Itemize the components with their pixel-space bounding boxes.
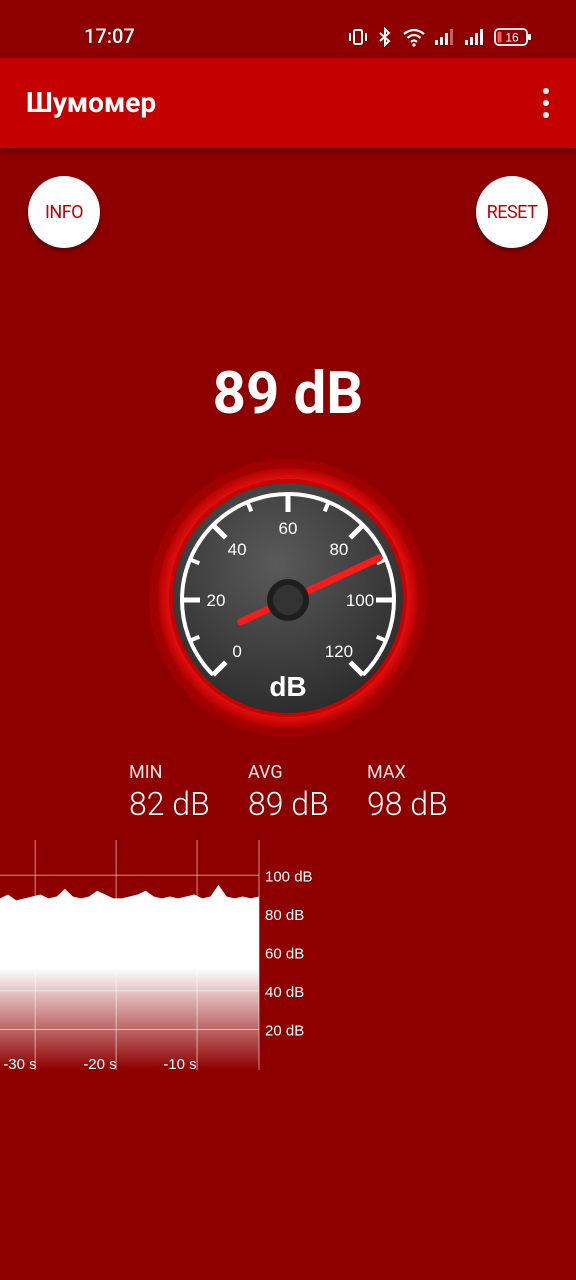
stat-min-label: MIN <box>129 762 163 783</box>
gauge-tick-label: 120 <box>325 642 353 661</box>
gauge-tick-label: 80 <box>329 540 348 559</box>
y-axis-label: 40 dB <box>265 984 304 1001</box>
battery-level: 16 <box>505 31 519 45</box>
gauge-tick-label: 0 <box>232 642 241 661</box>
stat-avg: AVG 89 dB <box>248 762 329 823</box>
app-title: Шумомер <box>26 86 157 119</box>
sound-level-gauge: 0 20 40 60 80 100 120 dB <box>149 459 427 737</box>
stat-avg-label: AVG <box>248 762 283 783</box>
reset-button[interactable]: RESET <box>476 176 548 248</box>
wifi-icon <box>403 28 425 47</box>
battery-icon: 16 <box>494 28 531 46</box>
gauge-tick-label: 20 <box>207 591 226 610</box>
gauge-tick-label: 40 <box>228 540 247 559</box>
vibrate-icon <box>349 29 367 45</box>
gauge-unit: dB <box>269 671 306 702</box>
x-axis-label: -30 s <box>3 1056 36 1073</box>
y-axis-label: 80 dB <box>265 907 304 924</box>
y-axis-label: 60 dB <box>265 945 304 962</box>
stat-min: MIN 82 dB <box>129 762 210 823</box>
info-button[interactable]: INFO <box>28 176 100 248</box>
signal-icon <box>465 29 483 45</box>
stat-avg-value: 89 dB <box>248 785 329 823</box>
y-axis-label: 20 dB <box>265 1022 304 1039</box>
x-axis-label: -10 s <box>163 1056 196 1073</box>
gauge-tick-label: 100 <box>346 591 374 610</box>
stat-max: MAX 98 dB <box>367 762 448 823</box>
stat-min-value: 82 dB <box>129 785 210 823</box>
bluetooth-icon <box>379 27 391 47</box>
stat-max-value: 98 dB <box>367 785 448 823</box>
x-axis-label: -20 s <box>83 1056 116 1073</box>
current-reading: 89 dB <box>212 360 364 428</box>
stat-max-label: MAX <box>367 762 406 783</box>
gauge-tick-label: 60 <box>279 519 298 538</box>
more-vert-icon[interactable] <box>538 88 554 118</box>
y-axis-label: 100 dB <box>265 868 313 885</box>
noise-area <box>0 884 259 1070</box>
status-time: 17:07 <box>84 24 135 48</box>
app-bar: Шумомер <box>0 58 576 148</box>
status-icons: 16 <box>348 24 532 50</box>
history-chart: 20 dB 40 dB 60 dB 80 dB 100 dB -30 s -20 s -10… <box>0 840 313 1073</box>
status-bar: 17:07 16 <box>0 0 576 58</box>
signal-icon <box>435 29 453 45</box>
